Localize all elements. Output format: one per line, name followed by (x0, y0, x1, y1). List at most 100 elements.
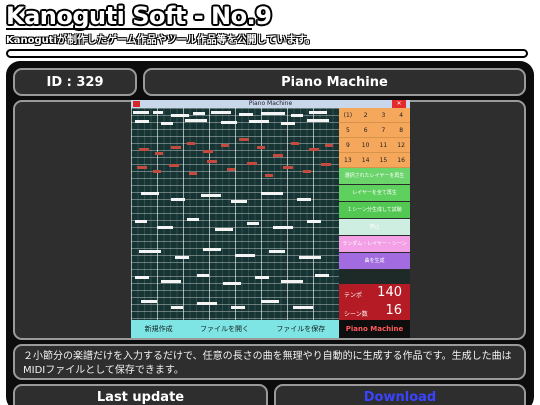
piano-roll-note (215, 228, 233, 231)
layer-number-button[interactable]: 9 (339, 138, 357, 152)
layer-number-button[interactable]: (1) (339, 108, 357, 122)
piano-roll-note (281, 122, 295, 125)
piano-roll-note (239, 113, 253, 116)
piano-roll-note (261, 300, 279, 303)
layer-number-button[interactable]: 10 (357, 138, 375, 152)
piano-roll-note (291, 142, 299, 145)
piano-roll-note (155, 152, 163, 155)
scene-count-label: シーン数 (344, 311, 368, 318)
piano-roll-note (247, 222, 259, 225)
piano-roll-note (307, 119, 329, 122)
layer-number-row: 5678 (339, 123, 410, 138)
piano-roll-note (135, 276, 149, 279)
site-subtitle: Kanogutiが制作したゲーム作品やツール作品等を公開しています。 (6, 35, 316, 46)
piano-roll-note (281, 280, 303, 283)
work-name: Piano Machine (143, 68, 526, 96)
layer-number-button[interactable]: 6 (357, 123, 375, 137)
app-bottom-toolbar: 新規作成 ファイルを開く ファイルを保存 (131, 320, 339, 338)
piano-roll-note (307, 220, 321, 223)
piano-roll-note (223, 282, 241, 285)
piano-roll-note (135, 120, 149, 123)
piano-roll-note (171, 198, 185, 201)
piano-roll-note (257, 146, 265, 149)
piano-roll-note (315, 274, 329, 277)
piano-roll-note (207, 160, 217, 163)
piano-roll-note (273, 226, 293, 229)
app-credit: Piano Machine (339, 320, 410, 338)
layer-number-button[interactable]: 7 (375, 123, 393, 137)
layer-number-button[interactable]: 16 (392, 153, 410, 167)
piano-roll-note (297, 198, 311, 201)
app-command-button[interactable]: 選択されたレイヤーを再生 (339, 168, 410, 185)
piano-roll-note (135, 220, 147, 223)
piano-roll-note (293, 306, 313, 309)
layer-number-button[interactable]: 8 (392, 123, 410, 137)
layer-number-button[interactable]: 11 (375, 138, 393, 152)
piano-roll-note (187, 218, 199, 221)
piano-roll-note (189, 172, 197, 175)
piano-roll-note (249, 120, 269, 123)
piano-roll-note (235, 254, 255, 257)
piano-roll-note (141, 192, 159, 195)
layer-number-button[interactable]: 4 (392, 108, 410, 122)
piano-roll-note (175, 256, 189, 259)
layer-number-button[interactable]: 12 (392, 138, 410, 152)
piano-roll-note (197, 274, 209, 277)
scene-count-value: 16 (385, 303, 402, 318)
piano-roll-note (185, 119, 207, 122)
piano-roll-note (201, 194, 221, 197)
piano-roll-note (197, 302, 217, 305)
app-command-button[interactable]: レイヤーを全て再生 (339, 185, 410, 202)
layer-number-button[interactable]: 3 (375, 108, 393, 122)
piano-roll-note (261, 112, 285, 115)
tempo-display: テンポ 140 シーン数 16 (339, 284, 410, 320)
download-link[interactable]: Download (274, 384, 526, 405)
layer-number-button[interactable]: 13 (339, 153, 357, 167)
app-command-button[interactable]: １シーン分生成して試聴 (339, 202, 410, 219)
layer-number-row: (1) 2 3 4 (339, 108, 410, 123)
site-title[interactable]: Kanoguti Soft - No.9 (6, 3, 272, 29)
piano-roll-note (273, 154, 283, 157)
app-screenshot[interactable]: Piano Machine ✕ 新規作成 ファイルを開く ファイルを保存 (1) 2 3… (131, 100, 410, 338)
layer-number-button[interactable]: 15 (375, 153, 393, 167)
piano-roll-note (221, 144, 229, 147)
work-description: ２小節分の楽譜だけを入力するだけで、任意の長さの曲を無理やり自動的に生成する作品… (13, 344, 526, 380)
layer-number-row: 9 10 11 12 (339, 138, 410, 153)
title-underline (6, 28, 252, 30)
header-divider (6, 49, 528, 58)
layer-number-button[interactable]: 5 (339, 123, 357, 137)
piano-roll-note (291, 114, 303, 117)
piano-roll-note (171, 114, 189, 117)
piano-roll-note (153, 170, 161, 173)
piano-roll-note (141, 300, 157, 303)
piano-roll-note (303, 170, 311, 173)
piano-roll-note (221, 121, 237, 124)
app-bottom-button[interactable]: 新規作成 (145, 324, 173, 334)
app-command-button[interactable]: ランダム・レイヤー・シーン (339, 236, 410, 253)
layer-number-button[interactable]: 2 (357, 108, 375, 122)
close-icon: ✕ (392, 100, 406, 108)
app-bottom-button[interactable]: ファイルを開く (200, 324, 249, 334)
layer-number-button[interactable]: 14 (357, 153, 375, 167)
piano-roll-note (283, 166, 293, 169)
tempo-label: テンポ (344, 292, 363, 299)
piano-roll-note (171, 146, 181, 149)
page: Kanoguti Soft - No.9 Kanogutiが制作したゲーム作品や… (0, 0, 540, 405)
piano-roll-note (265, 174, 273, 177)
piano-roll-note (325, 144, 333, 147)
piano-roll-note (321, 163, 331, 166)
piano-roll-note (247, 162, 257, 165)
piano-roll-note (269, 250, 285, 253)
app-command-button[interactable]: 停止 (339, 219, 410, 236)
piano-roll-note (203, 150, 213, 153)
layer-number-row: 13 14 15 16 (339, 153, 410, 168)
work-id: ID : 329 (13, 68, 137, 96)
piano-roll-note (187, 142, 195, 145)
piano-roll-note (309, 111, 327, 114)
piano-roll-note (137, 166, 147, 169)
piano-roll-note (299, 256, 321, 259)
app-command-button[interactable]: 曲を生成 (339, 253, 410, 270)
piano-roll-note (255, 276, 269, 279)
piano-roll-note (153, 111, 163, 114)
app-bottom-button[interactable]: ファイルを保存 (276, 324, 325, 334)
